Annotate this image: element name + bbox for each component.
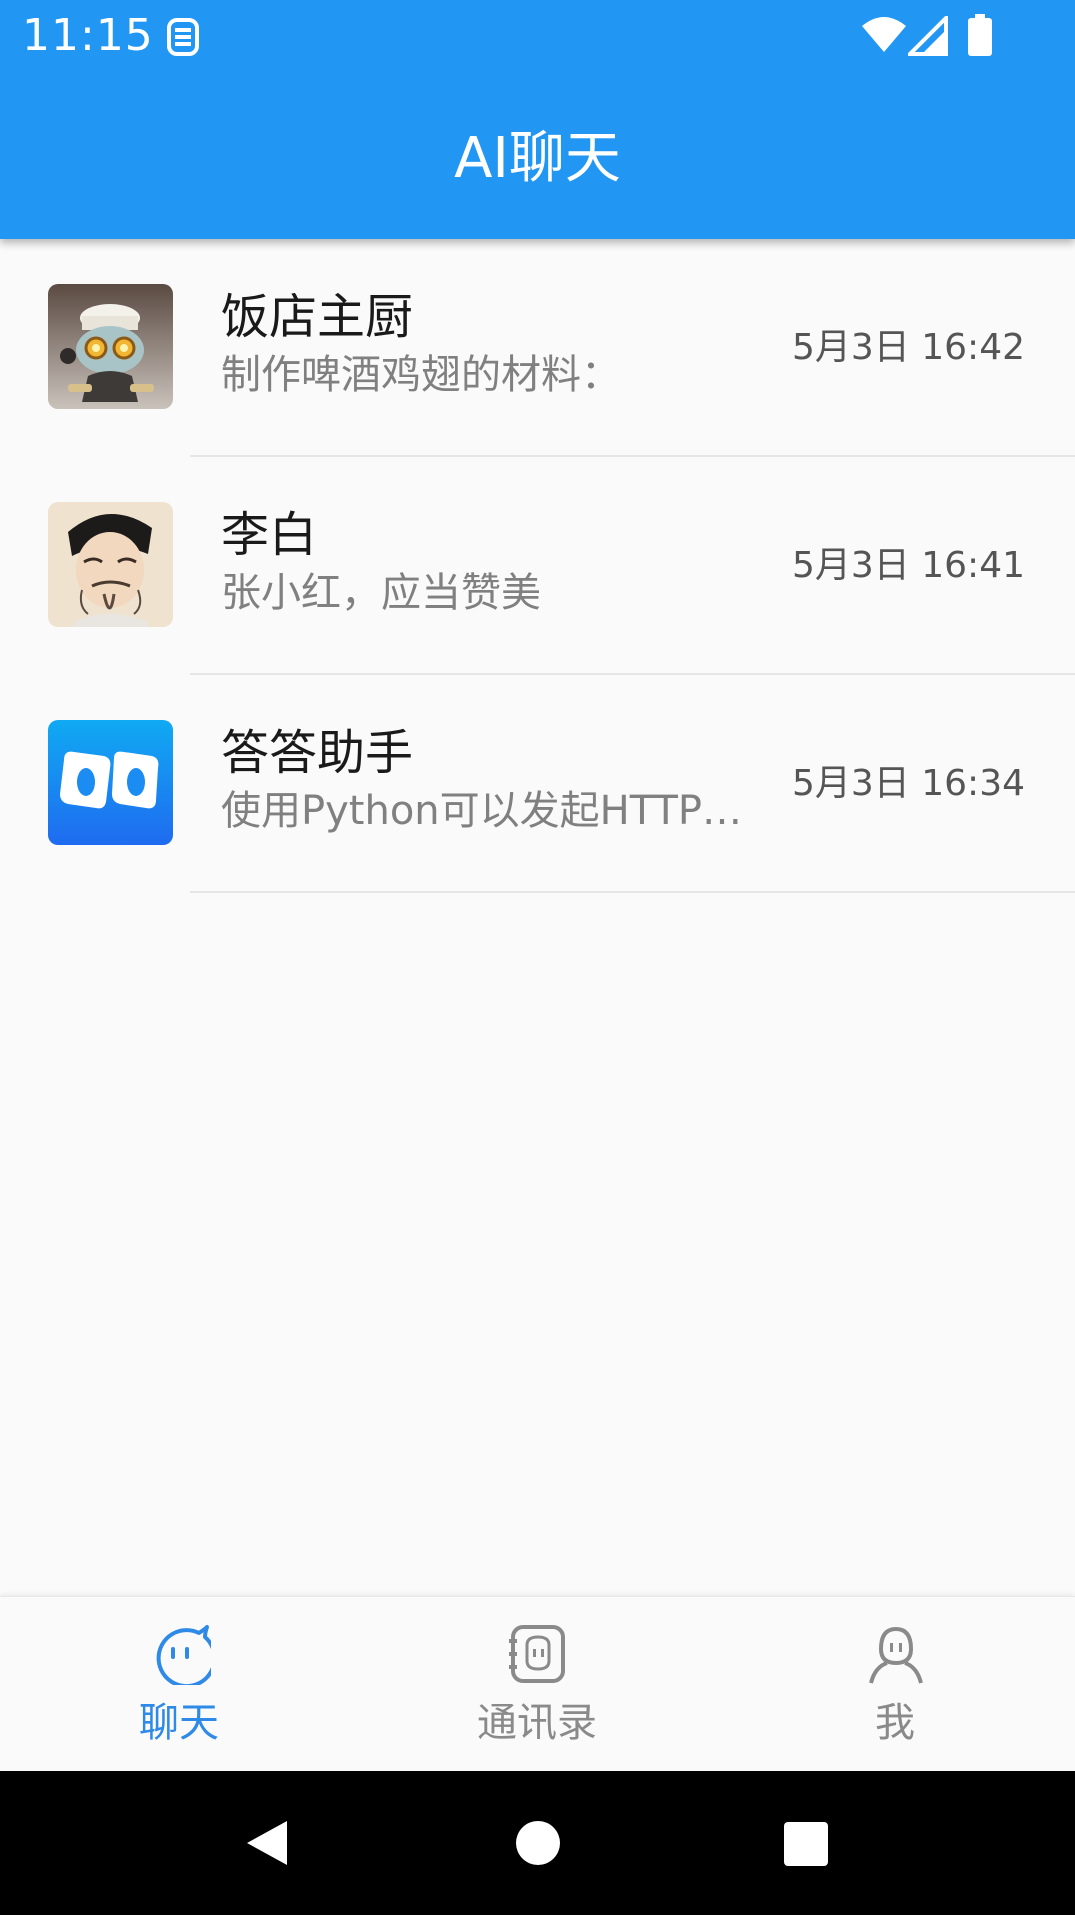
tab-chat-label: 聊天: [139, 1700, 219, 1746]
li-bai-avatar: [48, 502, 173, 627]
tab-me-label: 我: [875, 1700, 915, 1746]
status-time: 11:15: [22, 10, 154, 61]
chef-avatar: [48, 284, 173, 409]
contacts-icon: [509, 1625, 565, 1683]
chat-list-item[interactable]: 饭店主厨 制作啤酒鸡翅的材料： 5月3日 16:42: [0, 239, 1075, 457]
page-title: AI聊天: [454, 126, 621, 191]
back-icon[interactable]: [243, 1819, 291, 1867]
home-icon[interactable]: [516, 1821, 560, 1865]
chat-list-item[interactable]: 答答助手 使用Python可以发起HTTP… 5月3日 16:34: [0, 675, 1075, 893]
divider: [190, 891, 1075, 893]
screen: 11:15 AI聊天 饭店主厨 制作啤酒鸡翅的材料： 5月3日 16:42 李白…: [0, 0, 1075, 1915]
chat-timestamp: 5月3日 16:34: [792, 763, 1025, 804]
status-bar: 11:15: [0, 0, 1075, 74]
recents-icon[interactable]: [784, 1822, 828, 1866]
battery-icon: [968, 14, 992, 56]
chat-name: 李白: [221, 507, 318, 563]
tab-contacts-label: 通讯录: [477, 1700, 597, 1746]
tab-contacts[interactable]: 通讯录: [358, 1597, 716, 1772]
system-nav-bar: [0, 1771, 1075, 1915]
chat-list: 饭店主厨 制作啤酒鸡翅的材料： 5月3日 16:42 李白 张小红，应当赞美 5…: [0, 239, 1075, 893]
sim-icon: [167, 18, 199, 56]
chat-preview: 使用Python可以发起HTTP…: [221, 788, 743, 834]
chat-preview: 制作啤酒鸡翅的材料：: [221, 352, 621, 398]
bottom-nav: 聊天 通讯录 我: [0, 1596, 1075, 1772]
chat-timestamp: 5月3日 16:41: [792, 545, 1025, 586]
signal-icon: [908, 16, 948, 56]
chat-timestamp: 5月3日 16:42: [792, 327, 1025, 368]
app-bar: 11:15 AI聊天: [0, 0, 1075, 239]
chat-preview: 张小红，应当赞美: [221, 570, 541, 616]
wifi-icon: [862, 17, 906, 52]
chat-name: 答答助手: [221, 725, 414, 781]
chat-bubble-icon: [156, 1625, 211, 1685]
tab-me[interactable]: 我: [716, 1597, 1074, 1772]
person-icon: [869, 1626, 923, 1684]
tab-chat[interactable]: 聊天: [0, 1597, 358, 1772]
chat-list-item[interactable]: 李白 张小红，应当赞美 5月3日 16:41: [0, 457, 1075, 675]
dada-assistant-avatar: [48, 720, 173, 845]
chat-name: 饭店主厨: [221, 289, 414, 345]
